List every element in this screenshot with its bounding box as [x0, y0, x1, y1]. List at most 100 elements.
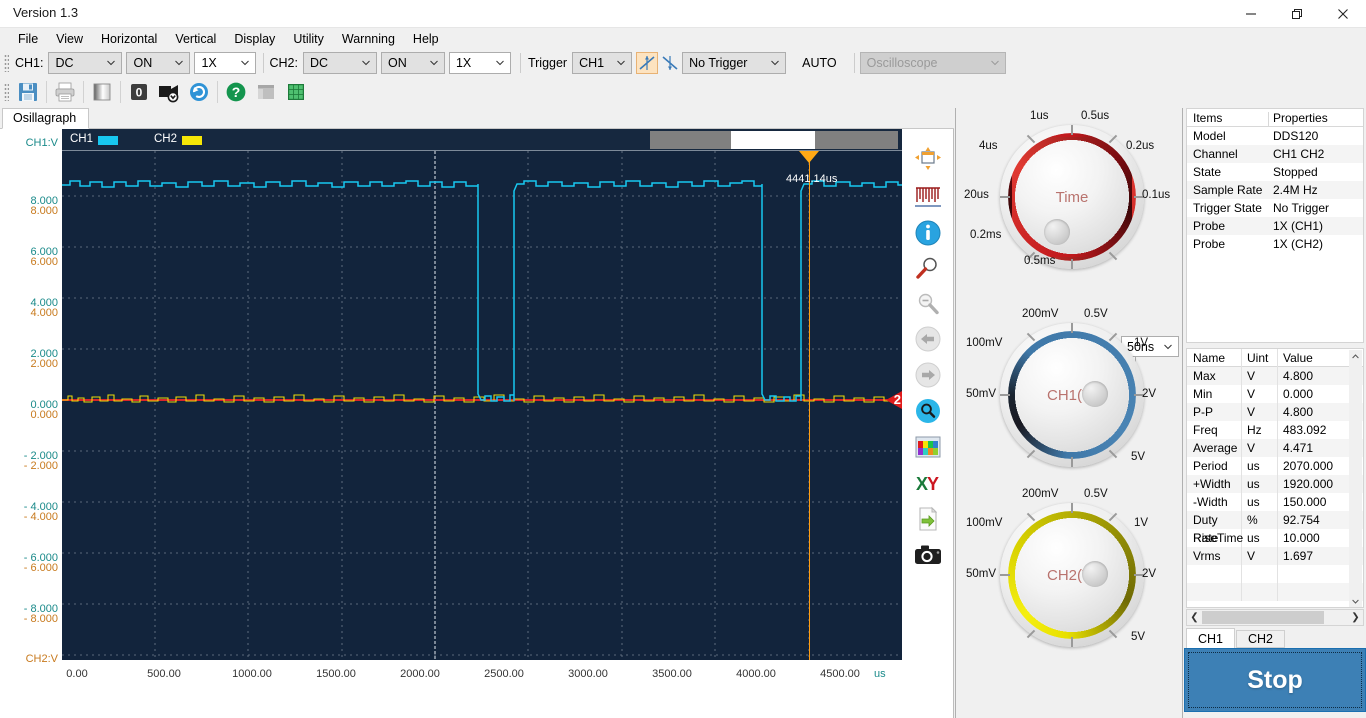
plot-area[interactable]: 4441.14us 2 — [62, 151, 902, 660]
toolbar-grip[interactable] — [4, 54, 9, 72]
ch1-onoff-select[interactable]: ON — [126, 52, 191, 74]
horizontal-scrollbar[interactable] — [650, 131, 898, 149]
trigger-rising-edge-icon[interactable] — [636, 52, 659, 74]
grid-icon[interactable] — [281, 78, 311, 106]
menu-display[interactable]: Display — [225, 30, 284, 48]
measurements-table[interactable]: Name Uint Value Max V 4.800 Min V 0.000 … — [1186, 348, 1364, 608]
auto-label[interactable]: AUTO — [802, 56, 837, 70]
scrollbar-track[interactable] — [1349, 363, 1362, 595]
ch2-probe-select[interactable]: 1X — [448, 52, 511, 74]
table-row[interactable]: Max V 4.800 — [1187, 367, 1363, 385]
table-row[interactable]: P-P V 4.800 — [1187, 403, 1363, 421]
device-select[interactable]: Oscilloscope — [859, 52, 1006, 74]
time-cursor-line[interactable] — [809, 151, 810, 660]
table-row[interactable]: -Width us 150.000 — [1187, 493, 1363, 511]
time-knob-pointer[interactable] — [1044, 219, 1070, 245]
table-row[interactable]: Channel CH1 CH2 — [1187, 145, 1363, 163]
menu-file[interactable]: File — [9, 30, 47, 48]
ch1-probe-select[interactable]: 1X — [194, 52, 257, 74]
tab-osillagraph[interactable]: Osillagraph — [2, 108, 90, 129]
ch1-coupling-select[interactable]: DC — [48, 52, 123, 74]
panel-icon[interactable] — [251, 78, 281, 106]
close-icon[interactable] — [1320, 0, 1366, 28]
table-row[interactable]: Probe 1X (CH1) — [1187, 217, 1363, 235]
export-icon[interactable] — [910, 501, 946, 537]
trigger-source-select[interactable]: CH1 — [572, 52, 633, 74]
trigger-falling-edge-icon[interactable] — [659, 52, 681, 74]
scroll-left-arrow-icon[interactable]: ❮ — [1187, 612, 1202, 623]
properties-header-properties: Properties — [1273, 110, 1328, 125]
menu-view[interactable]: View — [47, 30, 92, 48]
menu-horizontal[interactable]: Horizontal — [92, 30, 166, 48]
table-row[interactable]: Average V 4.471 — [1187, 439, 1363, 457]
trigger-mode-select[interactable]: No Trigger — [682, 52, 787, 74]
measure-ruler-icon[interactable] — [910, 179, 946, 215]
menu-help[interactable]: Help — [404, 30, 448, 48]
device-value: Oscilloscope — [866, 56, 938, 70]
restore-icon[interactable] — [1274, 0, 1320, 28]
ch1-knob-pointer[interactable] — [1082, 381, 1108, 407]
color-palette-icon[interactable] — [910, 429, 946, 465]
tab-ch2[interactable]: CH2 — [1236, 630, 1286, 648]
time-cursor-handle[interactable] — [799, 151, 819, 163]
info-icon[interactable] — [910, 215, 946, 251]
measurement-value: 2070.000 — [1283, 459, 1334, 473]
measurement-name: Freq — [1187, 421, 1242, 439]
move-waveform-icon[interactable] — [910, 141, 946, 177]
save-icon[interactable] — [13, 78, 43, 106]
toolbar-grip[interactable] — [4, 83, 9, 101]
ch2-knob-pointer[interactable] — [1082, 561, 1108, 587]
table-row[interactable]: Freq Hz 483.092 — [1187, 421, 1363, 439]
table-row[interactable]: State Stopped — [1187, 163, 1363, 181]
record-icon[interactable] — [154, 78, 184, 106]
ch1-volts-knob[interactable]: CH1(V) — [1000, 323, 1144, 467]
help-icon[interactable]: ? — [221, 78, 251, 106]
minimize-icon[interactable] — [1228, 0, 1274, 28]
table-row[interactable]: Period us 2070.000 — [1187, 457, 1363, 475]
ch2-coupling-select[interactable]: DC — [302, 52, 377, 74]
knob-tick — [1071, 125, 1073, 135]
scroll-right-arrow-icon[interactable]: ❯ — [1348, 612, 1363, 623]
table-row[interactable] — [1187, 565, 1363, 583]
scrollbar-thumb[interactable] — [1202, 611, 1324, 624]
stop-button[interactable]: Stop — [1184, 648, 1366, 712]
refresh-icon[interactable] — [184, 78, 214, 106]
scroll-up-arrow-icon[interactable] — [1349, 350, 1362, 363]
scroll-down-arrow-icon[interactable] — [1349, 595, 1362, 607]
scrollbar-thumb[interactable] — [731, 131, 815, 149]
properties-table[interactable]: Items Properties Model DDS120 Channel CH… — [1186, 108, 1364, 343]
gradient-icon[interactable] — [87, 78, 117, 106]
ch2-onoff-select[interactable]: ON — [380, 52, 445, 74]
camera-icon[interactable] — [910, 537, 946, 573]
table-row[interactable]: +Width us 1920.000 — [1187, 475, 1363, 493]
zoom-in-icon[interactable] — [910, 251, 946, 287]
table-row[interactable]: Trigger State No Trigger — [1187, 199, 1363, 217]
xy-mode-icon[interactable]: X Y — [910, 465, 946, 501]
back-arrow-icon[interactable] — [910, 321, 946, 357]
table-row[interactable]: Vrms V 1.697 — [1187, 547, 1363, 565]
zoom-out-icon[interactable] — [910, 287, 946, 323]
menu-warnning[interactable]: Warnning — [333, 30, 404, 48]
table-row[interactable]: Model DDS120 — [1187, 127, 1363, 145]
chevron-down-icon — [990, 60, 999, 66]
table-row[interactable] — [1187, 583, 1363, 601]
measurements-horizontal-scrollbar[interactable]: ❮ ❯ — [1186, 609, 1364, 626]
table-row[interactable]: Min V 0.000 — [1187, 385, 1363, 403]
waveform-display[interactable]: CH1 CH2 4441.14us 2 — [62, 129, 902, 660]
property-value: Stopped — [1273, 165, 1318, 179]
table-row[interactable]: Sample Rate 2.4M Hz — [1187, 181, 1363, 199]
zero-icon[interactable]: 0 — [124, 78, 154, 106]
table-row[interactable]: Duty Rate % 92.754 — [1187, 511, 1363, 545]
menu-utility[interactable]: Utility — [284, 30, 333, 48]
table-row[interactable]: RiseTime us 10.000 — [1187, 529, 1363, 547]
ch2-volts-knob[interactable]: CH2(V) — [1000, 503, 1144, 647]
table-row[interactable]: Probe 1X (CH2) — [1187, 235, 1363, 253]
measurements-vertical-scrollbar[interactable] — [1349, 350, 1362, 607]
y-axis-ch1-title: CH1:V — [25, 137, 58, 149]
time-knob[interactable]: Time — [1000, 125, 1144, 269]
forward-arrow-icon[interactable] — [910, 357, 946, 393]
menu-vertical[interactable]: Vertical — [166, 30, 225, 48]
print-icon[interactable] — [50, 78, 80, 106]
tab-ch1[interactable]: CH1 — [1186, 628, 1236, 648]
search-icon[interactable] — [910, 393, 946, 429]
